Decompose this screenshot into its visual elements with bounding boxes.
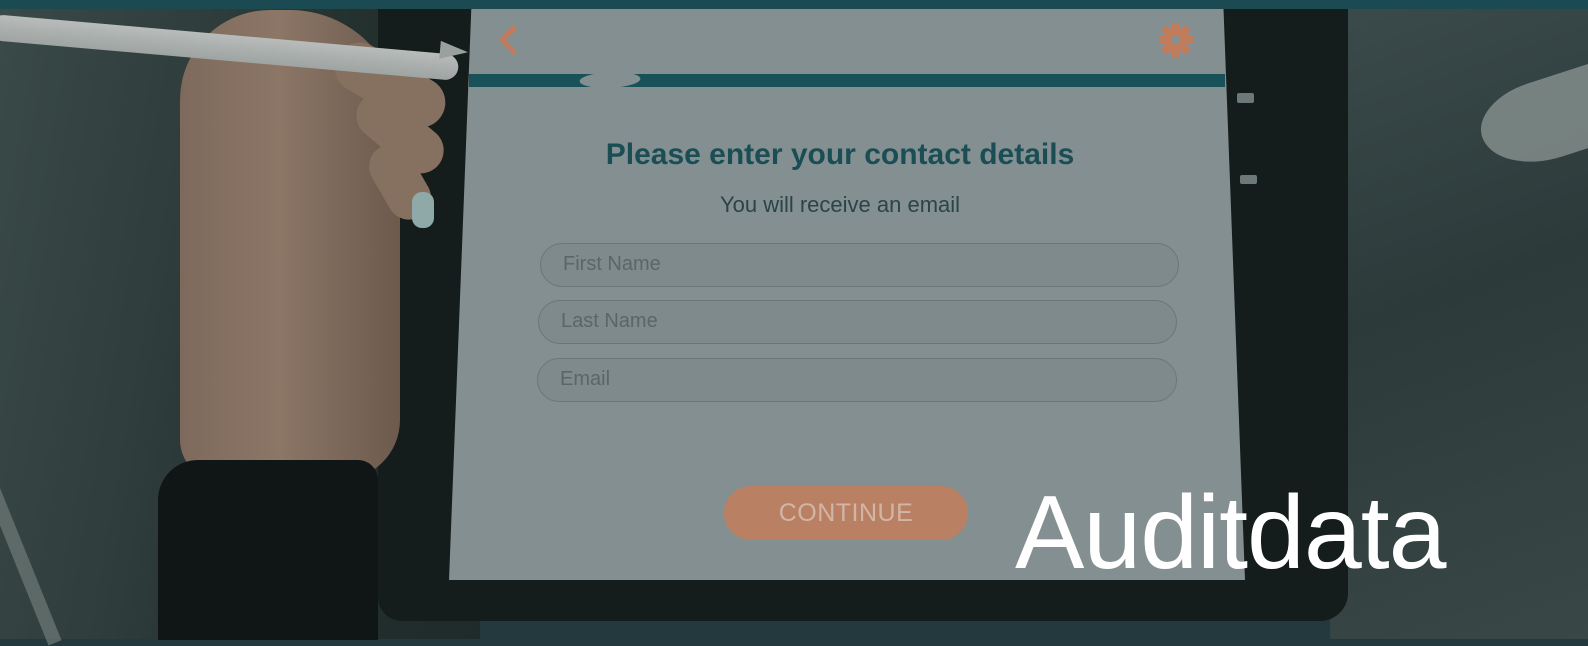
tablet-button (1237, 93, 1254, 103)
last-name-input[interactable]: Last Name (538, 300, 1177, 344)
top-strip (0, 0, 1588, 9)
chevron-left-icon (499, 25, 517, 55)
form-title: Please enter your contact details (605, 138, 1075, 171)
auditdata-logo: Auditdata (1015, 475, 1446, 591)
email-input[interactable]: Email (537, 358, 1177, 402)
form-subtitle: You will receive an email (719, 192, 961, 217)
continue-button[interactable]: CONTINUE (724, 486, 968, 540)
wrist-watch (158, 460, 378, 640)
gear-icon (1159, 23, 1193, 57)
fingernail (412, 192, 434, 228)
stylus-tip (439, 40, 469, 62)
back-button[interactable] (492, 22, 526, 58)
settings-button[interactable] (1158, 22, 1194, 58)
first-name-input[interactable]: First Name (540, 243, 1179, 287)
tablet-button (1240, 175, 1257, 184)
